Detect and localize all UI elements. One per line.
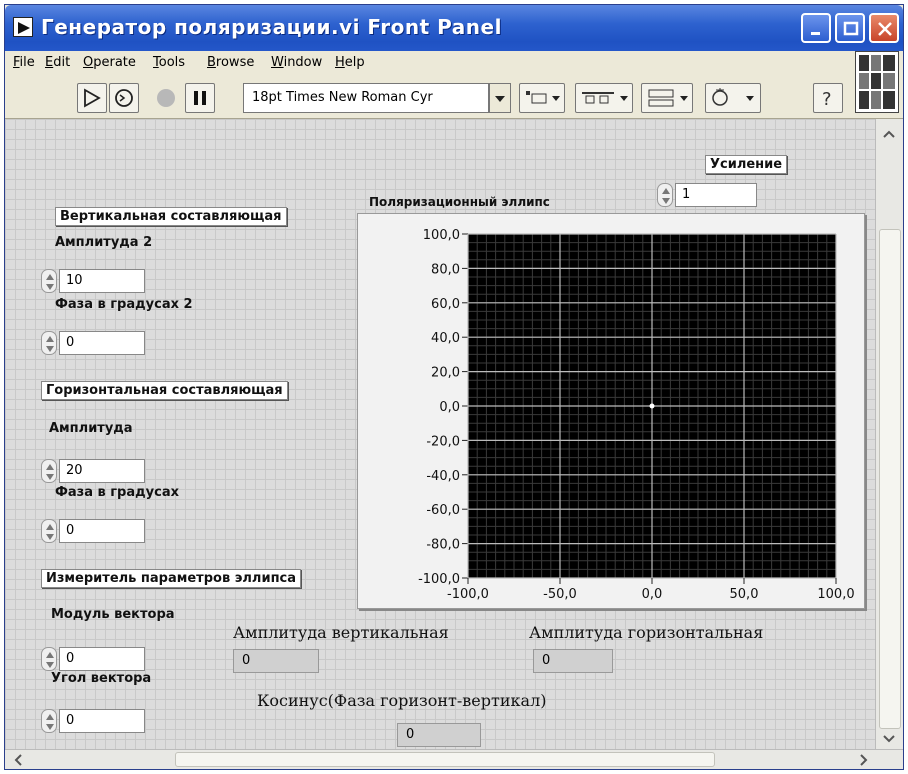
- x-tick-label: -100,0: [447, 587, 489, 602]
- scroll-up-icon[interactable]: [876, 125, 902, 145]
- x-tick-label: 0,0: [642, 587, 663, 602]
- scroll-left-icon[interactable]: [9, 751, 29, 769]
- phase2-input[interactable]: 0: [59, 331, 145, 355]
- horizontal-section-label: Горизонтальная составляющая: [41, 381, 288, 400]
- phase2-increment-icon[interactable]: [41, 331, 57, 355]
- menu-bar: File Edit Operate Tools Browse Window He…: [5, 51, 903, 75]
- amplitude-vertical-label: Амплитуда вертикальная: [233, 623, 449, 642]
- title-bar[interactable]: Генератор поляризации.vi Front Panel: [5, 5, 903, 51]
- reorder-button[interactable]: [705, 83, 761, 113]
- vector-modulus-input[interactable]: 0: [59, 647, 145, 671]
- y-tick-label: 40,0: [431, 331, 460, 346]
- scroll-down-icon[interactable]: [876, 729, 902, 749]
- amplitude2-label: Амплитуда 2: [55, 235, 153, 250]
- scroll-right-icon[interactable]: [853, 751, 873, 769]
- x-tick-label: 100,0: [817, 587, 854, 602]
- phase-increment-icon[interactable]: [41, 519, 57, 543]
- horizontal-scroll-thumb[interactable]: [175, 752, 715, 767]
- vector-modulus-label: Модуль вектора: [51, 607, 175, 622]
- window-title: Генератор поляризации.vi Front Panel: [41, 15, 502, 39]
- align-objects-button[interactable]: [519, 83, 565, 113]
- gain-input[interactable]: 1: [675, 183, 757, 207]
- vertical-scrollbar[interactable]: [875, 119, 903, 753]
- amplitude-input[interactable]: 20: [59, 459, 145, 483]
- xy-graph-svg: 100,0 80,0 60,0 40,0 20,0 0,0 -20,0 -40,0 -60,0 -…: [418, 228, 855, 602]
- vertical-section-label: Вертикальная составляющая: [55, 207, 287, 226]
- labview-front-panel-window: Генератор поляризации.vi Front Panel Fil…: [4, 4, 904, 770]
- cosine-phase-indicator: 0: [397, 723, 481, 747]
- polarization-ellipse-graph[interactable]: 100,0 80,0 60,0 40,0 20,0 0,0 -20,0 -40,0 -60,0 -…: [357, 213, 865, 609]
- help-button[interactable]: ?: [813, 83, 843, 113]
- vi-connector-pane-icon: [855, 51, 899, 113]
- y-tick-label: 0,0: [439, 400, 460, 415]
- amplitude-horizontal-indicator: 0: [533, 649, 613, 673]
- menu-window[interactable]: Window: [271, 55, 322, 70]
- y-tick-label: 20,0: [431, 366, 460, 381]
- y-tick-label: 100,0: [423, 228, 460, 243]
- toolbar: 18pt Times New Roman Cyr ?: [5, 51, 903, 119]
- minimize-button[interactable]: [801, 13, 831, 43]
- ellipse-meter-section-label: Измеритель параметров эллипса: [41, 569, 302, 588]
- chart-title: Поляризационный эллипс: [369, 195, 550, 209]
- y-tick-label: -20,0: [426, 434, 460, 449]
- y-tick-label: -80,0: [426, 538, 460, 553]
- amplitude-vertical-indicator: 0: [233, 649, 319, 673]
- phase2-label: Фаза в градусах 2: [55, 297, 193, 312]
- menu-browse[interactable]: Browse: [207, 55, 254, 70]
- cosine-phase-label: Косинус(Фаза горизонт-вертикал): [257, 691, 547, 710]
- gain-label: Усиление: [705, 155, 788, 174]
- x-tick-label: -50,0: [543, 587, 577, 602]
- svg-text:?: ?: [822, 89, 832, 110]
- y-tick-label: -100,0: [418, 572, 460, 587]
- vi-icon: [13, 17, 33, 37]
- phase-label: Фаза в градусах: [55, 485, 179, 500]
- abort-button[interactable]: [151, 83, 181, 113]
- amplitude2-input[interactable]: 10: [59, 269, 145, 293]
- menu-edit[interactable]: Edit: [45, 55, 70, 70]
- gain-increment-icon[interactable]: [657, 183, 673, 207]
- vector-angle-increment-icon[interactable]: [41, 709, 57, 733]
- distribute-objects-button[interactable]: [575, 83, 633, 113]
- y-tick-label: 60,0: [431, 297, 460, 312]
- maximize-button[interactable]: [835, 13, 865, 43]
- y-tick-label: 80,0: [431, 262, 460, 277]
- font-selector[interactable]: 18pt Times New Roman Cyr: [243, 83, 489, 113]
- front-panel: Усиление 1 Вертикальная составляющая Амп…: [5, 119, 875, 753]
- amplitude-horizontal-label: Амплитуда горизонтальная: [529, 623, 764, 642]
- menu-file[interactable]: File: [13, 55, 35, 70]
- amplitude-increment-icon[interactable]: [41, 459, 57, 483]
- data-point: [649, 403, 655, 409]
- run-arrow-button[interactable]: [77, 83, 107, 113]
- menu-help[interactable]: Help: [335, 55, 365, 70]
- close-button[interactable]: [869, 13, 899, 43]
- vertical-scroll-thumb[interactable]: [879, 229, 901, 729]
- x-tick-label: 50,0: [730, 587, 759, 602]
- y-tick-label: -60,0: [426, 503, 460, 518]
- menu-tools[interactable]: Tools: [153, 55, 185, 70]
- vector-modulus-increment-icon[interactable]: [41, 647, 57, 671]
- run-continuously-button[interactable]: [109, 83, 139, 113]
- phase-input[interactable]: 0: [59, 519, 145, 543]
- horizontal-scrollbar[interactable]: [5, 749, 903, 769]
- vector-angle-label: Угол вектора: [51, 671, 152, 686]
- menu-operate[interactable]: Operate: [83, 55, 136, 70]
- amplitude-label: Амплитуда: [49, 421, 133, 436]
- resize-objects-button[interactable]: [641, 83, 693, 113]
- vector-angle-input[interactable]: 0: [59, 709, 145, 733]
- y-tick-label: -40,0: [426, 469, 460, 484]
- amplitude2-increment-icon[interactable]: [41, 269, 57, 293]
- font-dropdown-arrow[interactable]: [489, 83, 511, 113]
- pause-button[interactable]: [185, 83, 215, 113]
